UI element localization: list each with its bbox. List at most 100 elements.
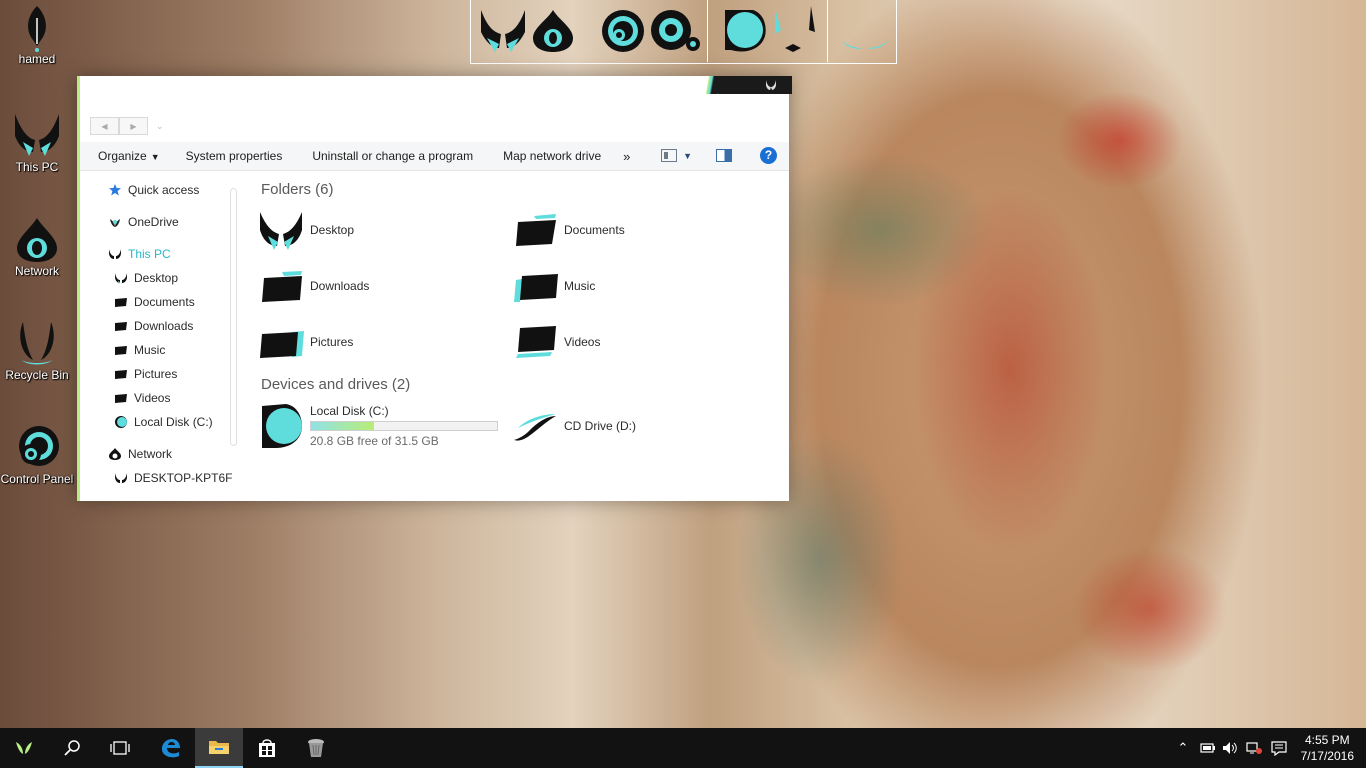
- desktop-icon-label: This PC: [15, 160, 59, 174]
- show-hidden-icons-button[interactable]: ⌃: [1174, 728, 1192, 768]
- nav-label: This PC: [128, 247, 171, 261]
- nav-item-music[interactable]: Music: [114, 340, 165, 360]
- chevron-down-icon: ▼: [150, 152, 160, 162]
- power-status-button[interactable]: [1198, 728, 1218, 768]
- nav-label: Documents: [134, 295, 195, 309]
- more-commands-button[interactable]: »: [623, 149, 630, 164]
- drive-label: CD Drive (D:): [564, 419, 636, 433]
- preview-pane-icon[interactable]: [716, 149, 732, 162]
- back-button[interactable]: ◀: [90, 117, 119, 135]
- nav-item-pictures[interactable]: Pictures: [114, 364, 177, 384]
- nav-item-onedrive[interactable]: OneDrive: [108, 212, 179, 232]
- folder-tile-pictures[interactable]: Pictures: [258, 322, 353, 362]
- tick-icon: [775, 6, 815, 52]
- network-drop-icon: [109, 448, 121, 460]
- butterfly-icon: [115, 273, 127, 284]
- file-explorer-window: ◀ ▶ ⌄ Organize ▼ System properties Uninst…: [77, 76, 792, 501]
- store-button[interactable]: [243, 728, 291, 768]
- folder-icon: [115, 298, 127, 307]
- desktop-icon-this-pc[interactable]: This PC: [0, 112, 74, 174]
- folder-icon: [115, 394, 127, 403]
- desktop-icon-recycle-bin[interactable]: Recycle Bin: [0, 320, 74, 382]
- desktop-icon-user[interactable]: hamed: [0, 4, 74, 66]
- help-icon[interactable]: ?: [760, 147, 777, 164]
- nav-item-this-pc[interactable]: This PC: [108, 244, 171, 264]
- file-explorer-button[interactable]: [195, 728, 243, 768]
- uninstall-program-button[interactable]: Uninstall or change a program: [312, 149, 473, 163]
- nav-label: Music: [134, 343, 166, 357]
- nav-scrollbar[interactable]: [230, 188, 237, 446]
- store-icon: [259, 739, 275, 757]
- folder-label: Music: [564, 279, 596, 293]
- title-tab: [701, 76, 792, 94]
- edge-icon: [162, 739, 180, 758]
- desktop-icon-control-panel[interactable]: Control Panel: [0, 424, 74, 486]
- butterfly-icon: [766, 80, 776, 90]
- organize-button[interactable]: Organize ▼: [98, 149, 160, 163]
- icon-preview-panel: [470, 0, 897, 64]
- trash-icon: [308, 739, 324, 757]
- butterfly-icon: [260, 212, 302, 250]
- leaf-icon: [110, 219, 120, 227]
- edge-browser-button[interactable]: [146, 728, 194, 768]
- nav-item-network[interactable]: Network: [108, 444, 172, 464]
- folder-tile-music[interactable]: Music: [512, 266, 595, 306]
- folder-label: Documents: [564, 223, 625, 237]
- folder-icon: [115, 346, 127, 355]
- nav-label: Local Disk (C:): [134, 415, 213, 429]
- folder-icon: [115, 322, 127, 331]
- folder-tile-desktop[interactable]: Desktop: [258, 210, 354, 250]
- folder-label: Videos: [564, 335, 601, 349]
- divider: [707, 0, 708, 62]
- clock[interactable]: 4:55 PM 7/17/2016: [1301, 732, 1354, 764]
- folder-icon: [209, 741, 229, 754]
- recent-locations-caret[interactable]: ⌄: [156, 117, 164, 135]
- user-leaf-icon: [28, 6, 46, 52]
- folder-tile-videos[interactable]: Videos: [512, 322, 600, 362]
- nav-item-desktop-host[interactable]: DESKTOP-KPT6F: [114, 468, 232, 488]
- search-icon: [64, 740, 80, 756]
- map-network-drive-button[interactable]: Map network drive: [503, 149, 601, 163]
- network-status-button[interactable]: [1244, 728, 1264, 768]
- nav-item-local-disk[interactable]: Local Disk (C:): [114, 412, 213, 432]
- disk-icon: [725, 10, 766, 52]
- drive-usage-fill: [311, 422, 375, 430]
- change-view-icon[interactable]: [661, 149, 678, 162]
- butterfly-icon: [115, 473, 127, 483]
- nav-item-downloads[interactable]: Downloads: [114, 316, 193, 336]
- desktop-icon-label: hamed: [18, 52, 56, 66]
- nav-item-desktop[interactable]: Desktop: [114, 268, 178, 288]
- cd-drive-icon: [514, 414, 556, 441]
- desktop-icon-network[interactable]: Network: [0, 216, 74, 278]
- clock-time: 4:55 PM: [1304, 733, 1350, 747]
- horns-icon: [20, 322, 54, 365]
- folder-label: Pictures: [310, 335, 354, 349]
- rings-icon: [651, 10, 700, 51]
- nav-label: OneDrive: [128, 215, 179, 229]
- forward-button[interactable]: ▶: [119, 117, 148, 135]
- action-center-button[interactable]: [1268, 728, 1290, 768]
- drive-tile-c[interactable]: Local Disk (C:) 20.8 GB free of 31.5 GB: [258, 402, 498, 450]
- history-buttons: ◀ ▶ ⌄: [90, 117, 164, 135]
- nav-item-quick-access[interactable]: Quick access: [108, 180, 199, 200]
- folder-tile-downloads[interactable]: Downloads: [258, 266, 369, 306]
- command-bar: Organize ▼ System properties Uninstall or…: [80, 142, 789, 171]
- desktop-icon-label: Network: [14, 264, 59, 278]
- volume-button[interactable]: [1220, 728, 1240, 768]
- system-properties-button[interactable]: System properties: [186, 149, 283, 163]
- task-view-button[interactable]: [96, 728, 144, 768]
- nav-item-videos[interactable]: Videos: [114, 388, 170, 408]
- chevron-down-icon[interactable]: ▼: [683, 151, 692, 161]
- nav-item-documents[interactable]: Documents: [114, 292, 195, 312]
- start-button[interactable]: [0, 728, 48, 768]
- network-drop-icon: [533, 10, 573, 52]
- folder-tile-documents[interactable]: Documents: [512, 210, 625, 250]
- back-icon: ◀: [101, 121, 108, 131]
- search-button[interactable]: [48, 728, 96, 768]
- nav-label: Network: [128, 447, 173, 461]
- divider: [827, 0, 828, 62]
- recycle-app-button[interactable]: [292, 728, 340, 768]
- drive-tile-d[interactable]: CD Drive (D:): [512, 406, 636, 446]
- star-icon: [109, 184, 121, 196]
- speaker-icon: [1223, 742, 1237, 754]
